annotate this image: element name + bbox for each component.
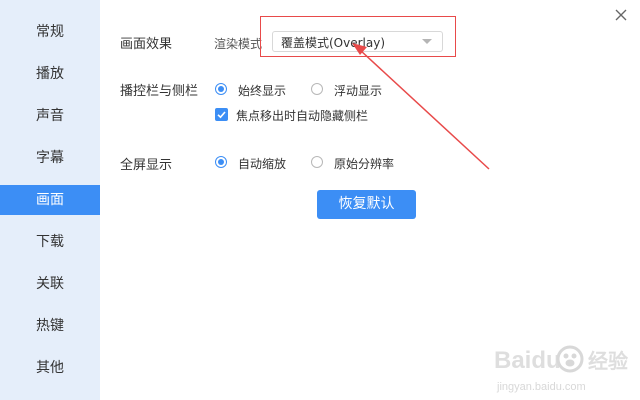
svg-text:经验: 经验 bbox=[588, 349, 628, 373]
svg-text:Baidu: Baidu bbox=[494, 347, 561, 374]
svg-text:jingyan.baidu.com: jingyan.baidu.com bbox=[496, 381, 586, 393]
baidu-jingyan-watermark: Baidu 经验 jingyan.baidu.com bbox=[494, 340, 634, 396]
watermark-logo: Baidu 经验 jingyan.baidu.com bbox=[494, 345, 628, 393]
